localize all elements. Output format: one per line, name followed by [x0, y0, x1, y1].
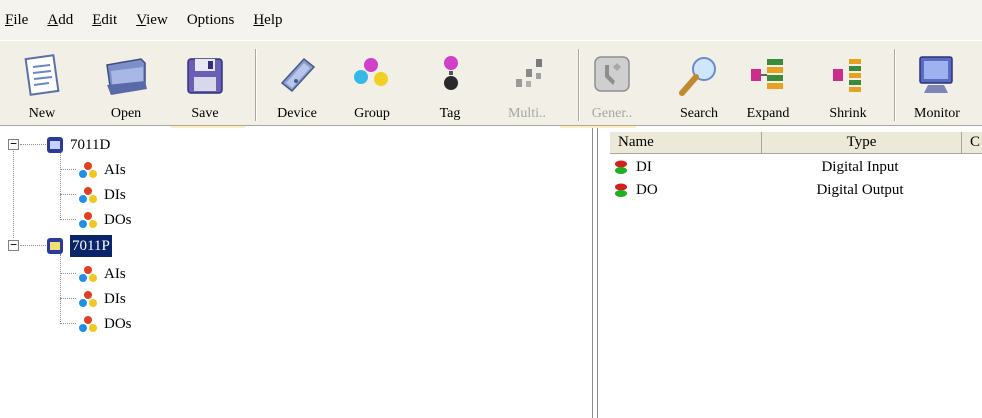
group-node-icon [79, 187, 97, 203]
menu-view[interactable]: View [135, 8, 169, 32]
tree-node-group[interactable]: DOs [78, 312, 132, 336]
tree-connector [60, 323, 76, 324]
group-node-icon [79, 212, 97, 228]
gener-button[interactable]: Gener.. [584, 45, 640, 123]
tree-connector [60, 298, 76, 299]
toolbar-separator [894, 49, 896, 121]
floppy-disk-icon [187, 58, 223, 94]
tag-status-icon [615, 160, 627, 174]
tree-node-group[interactable]: AIs [78, 158, 126, 182]
menu-help[interactable]: Help [252, 8, 283, 32]
tree-node-group[interactable]: DIs [78, 287, 126, 311]
menu-options[interactable]: Options [186, 8, 236, 32]
tag-list: Name Type C DI Digital Input DO Digital … [598, 128, 982, 418]
tree-connector [20, 245, 46, 246]
menu-bar: File Add Edit View Options Help [0, 0, 982, 40]
expand-button[interactable]: Expand [738, 45, 798, 123]
tree-node-selected-label: 7011P [70, 235, 112, 257]
tree-connector [60, 273, 76, 274]
device-tree[interactable]: − 7011D AIs DIs DOs − 7011P AIs DIs DOs [0, 128, 592, 418]
tree-connector [13, 145, 14, 238]
open-button[interactable]: Open [94, 45, 158, 123]
device-node-icon [47, 238, 63, 254]
column-header-name[interactable]: Name [610, 132, 762, 154]
device-button[interactable]: Device [264, 45, 330, 123]
monitor-icon [919, 56, 953, 93]
menu-edit[interactable]: Edit [91, 8, 118, 32]
list-row[interactable]: DI Digital Input [610, 156, 982, 178]
column-header-type[interactable]: Type [762, 132, 962, 154]
tree-node-device[interactable]: 7011P [46, 234, 112, 258]
tree-connector [60, 254, 61, 324]
search-button[interactable]: Search [668, 45, 730, 123]
tag-balls-icon [444, 56, 458, 90]
shrink-button[interactable]: Shrink [818, 45, 878, 123]
toolbar-separator [255, 49, 257, 121]
document-icon [24, 54, 60, 96]
group-node-icon [79, 316, 97, 332]
toolbar: New Open Save Device Group Tag Multi.. G… [0, 40, 982, 126]
list-row[interactable]: DO Digital Output [610, 179, 982, 201]
group-node-icon [79, 291, 97, 307]
new-button[interactable]: New [12, 45, 72, 123]
collapse-toggle[interactable]: − [8, 138, 19, 150]
column-header-c[interactable]: C [962, 132, 982, 154]
save-button[interactable]: Save [176, 45, 234, 123]
tree-node-device[interactable]: 7011D [46, 133, 110, 157]
group-node-icon [79, 162, 97, 178]
magnifier-icon [679, 57, 716, 96]
group-node-icon [79, 266, 97, 282]
colored-balls-icon [354, 58, 388, 86]
tag-button[interactable]: Tag [420, 45, 480, 123]
collapse-toggle[interactable]: − [8, 239, 19, 251]
tree-connector [60, 194, 76, 195]
tree-connector [20, 144, 46, 145]
group-button[interactable]: Group [340, 45, 404, 123]
shrink-tree-icon [833, 59, 861, 92]
tree-node-group[interactable]: AIs [78, 262, 126, 286]
tree-connector [60, 150, 61, 220]
list-header: Name Type C [610, 132, 982, 154]
tag-status-icon [615, 183, 627, 197]
toolbar-separator [578, 49, 580, 121]
folder-tray-icon [106, 58, 147, 95]
tree-node-group[interactable]: DOs [78, 208, 132, 232]
monitor-button[interactable]: Monitor [900, 45, 974, 123]
expand-tree-icon [751, 59, 783, 89]
tree-connector [60, 169, 76, 170]
tree-connector [60, 219, 76, 220]
device-node-icon [47, 137, 63, 153]
multi-button[interactable]: Multi.. [496, 45, 558, 123]
multi-dots-icon [516, 59, 542, 87]
menu-add[interactable]: Add [46, 8, 74, 32]
menu-file[interactable]: File [4, 8, 29, 32]
tree-node-group[interactable]: DIs [78, 183, 126, 207]
device-module-icon [280, 57, 316, 93]
wrench-tool-icon [594, 56, 630, 92]
